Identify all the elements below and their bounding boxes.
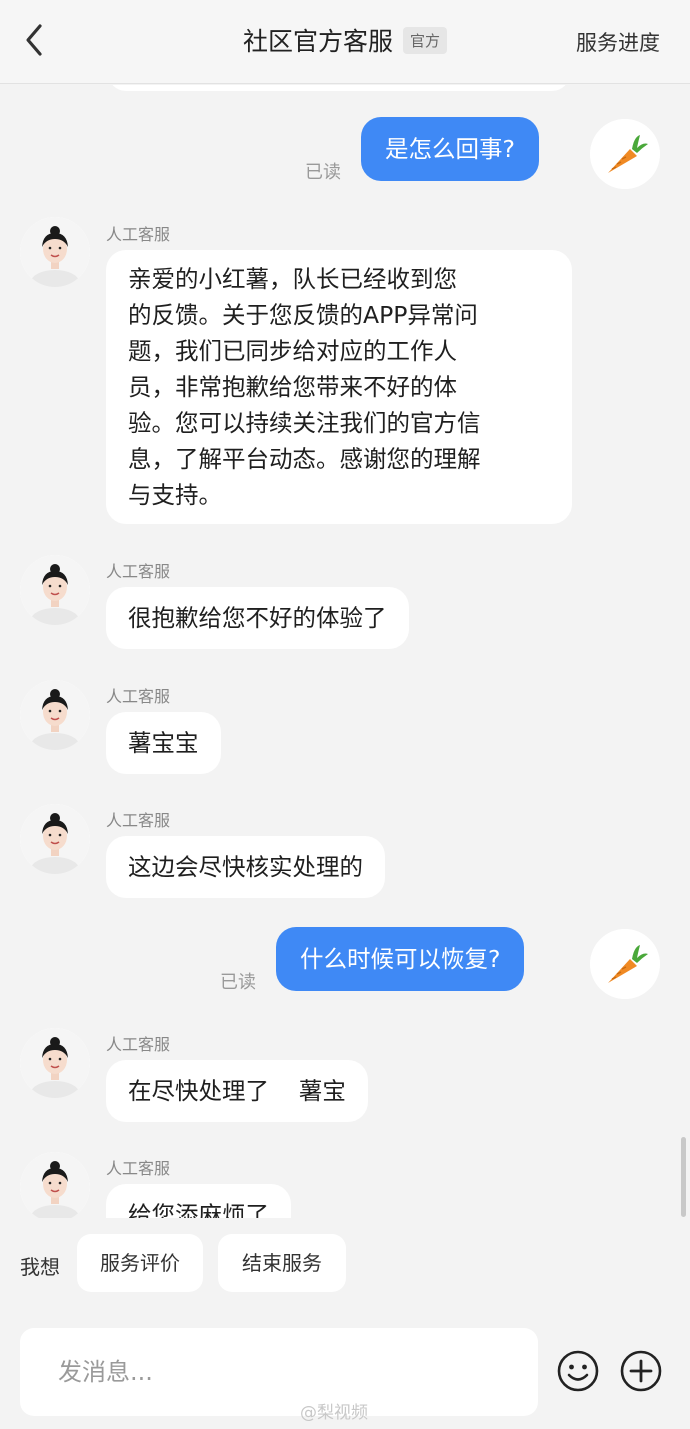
service-progress-button[interactable]: 服务进度 xyxy=(576,27,660,57)
message-list[interactable]: 已读 是怎么回事? 人工客服 亲爱的小红薯，队长已经收到您 的反馈。关于您反馈的… xyxy=(0,85,690,1218)
read-status: 已读 xyxy=(220,972,256,993)
sender-name: 人工客服 xyxy=(106,811,171,830)
agent-avatar-icon[interactable] xyxy=(20,1152,90,1218)
outgoing-message: 什么时候可以恢复? xyxy=(276,927,525,991)
quick-actions-label: 我想 xyxy=(20,1255,60,1279)
agent-avatar-icon[interactable] xyxy=(20,680,90,750)
read-status: 已读 xyxy=(305,162,341,183)
quick-actions-bar: 我想 服务评价 结束服务 xyxy=(0,1218,690,1308)
message-line: 验。您可以持续关注我们的官方信 xyxy=(128,409,481,437)
agent-avatar-icon[interactable] xyxy=(20,217,90,287)
message-input[interactable] xyxy=(20,1328,538,1416)
incoming-message: 很抱歉给您不好的体验了 xyxy=(106,587,409,649)
incoming-message: 亲爱的小红薯，队长已经收到您 的反馈。关于您反馈的APP异常问 题，我们已同步给… xyxy=(106,250,572,524)
incoming-message: 给您添麻烦了 xyxy=(106,1184,291,1218)
message-line: 亲爱的小红薯，队长已经收到您 xyxy=(128,265,457,293)
scrollbar[interactable] xyxy=(681,1137,686,1217)
message-line: 与支持。 xyxy=(128,481,222,509)
sender-name: 人工客服 xyxy=(106,225,171,244)
agent-avatar-icon[interactable] xyxy=(20,1028,90,1098)
message-line: 息，了解平台动态。感谢您的理解 xyxy=(128,445,481,473)
watermark: @梨视频 xyxy=(300,1403,368,1423)
sender-name: 人工客服 xyxy=(106,1035,171,1054)
agent-avatar-icon[interactable] xyxy=(20,555,90,625)
message-line: 员，非常抱歉给您带来不好的体 xyxy=(128,373,457,401)
user-avatar-carrot-icon[interactable] xyxy=(590,929,660,999)
agent-avatar-icon[interactable] xyxy=(20,804,90,874)
user-avatar-carrot-icon[interactable] xyxy=(590,119,660,189)
end-service-button[interactable]: 结束服务 xyxy=(218,1234,346,1292)
outgoing-message: 是怎么回事? xyxy=(361,117,539,181)
sender-name: 人工客服 xyxy=(106,1159,171,1178)
chat-header: 社区官方客服 官方 服务进度 xyxy=(0,0,690,84)
page-title: 社区官方客服 xyxy=(242,27,393,56)
add-plus-circle-icon[interactable] xyxy=(618,1348,664,1394)
sender-name: 人工客服 xyxy=(106,687,171,706)
sender-name: 人工客服 xyxy=(106,562,171,581)
message-line: 题，我们已同步给对应的工作人 xyxy=(128,337,457,365)
incoming-message: 薯宝宝 xyxy=(106,712,221,774)
emoji-smiley-icon[interactable] xyxy=(555,1348,601,1394)
partial-message-bubble xyxy=(108,85,570,91)
incoming-message: 在尽快处理了 薯宝 xyxy=(106,1060,368,1122)
official-badge: 官方 xyxy=(403,26,448,54)
rate-service-button[interactable]: 服务评价 xyxy=(77,1234,203,1292)
incoming-message: 这边会尽快核实处理的 xyxy=(106,836,385,898)
message-line: 的反馈。关于您反馈的APP异常问 xyxy=(128,301,478,329)
